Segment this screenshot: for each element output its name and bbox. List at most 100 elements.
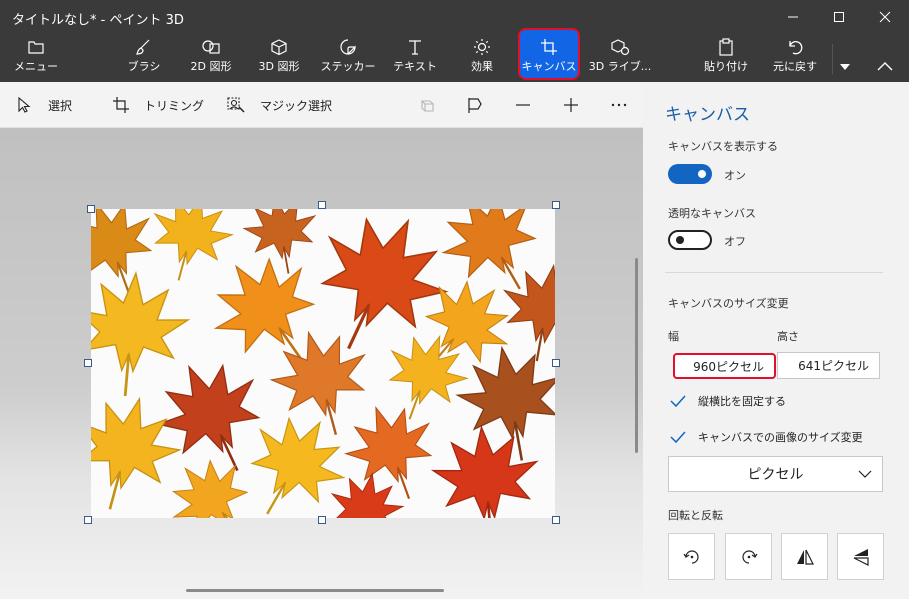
canvas-crop-icon: [541, 39, 557, 55]
library-3d-icon: [611, 39, 630, 56]
zoom-out-button[interactable]: [514, 82, 532, 128]
clipboard-icon: [719, 38, 733, 56]
close-button[interactable]: [862, 0, 908, 34]
make-3d-icon: [421, 100, 434, 112]
minimize-button[interactable]: [770, 0, 816, 34]
panel-divider: [665, 272, 883, 273]
crop-tool[interactable]: トリミング: [112, 82, 204, 128]
resize-heading: キャンバスのサイズ変更: [668, 297, 789, 310]
brush-button[interactable]: ブラシ: [124, 36, 164, 80]
resize-handle-left[interactable]: [84, 359, 92, 367]
zoom-in-button[interactable]: [562, 82, 580, 128]
flag-icon: [468, 98, 482, 113]
magic-select-label: マジック選択: [260, 98, 333, 113]
transparent-canvas-state: オフ: [724, 235, 746, 248]
width-label: 幅: [668, 330, 679, 343]
cursor-icon: [18, 97, 31, 113]
brush-label: ブラシ: [127, 60, 161, 73]
shapes-2d-icon: [202, 40, 220, 54]
rotate-left-button[interactable]: [668, 533, 715, 580]
chevron-up-icon: [877, 62, 893, 71]
ellipsis-icon: [611, 103, 627, 107]
rotate-flip-label: 回転と反転: [668, 509, 723, 522]
flag-button[interactable]: [466, 82, 484, 128]
lock-aspect-checkbox[interactable]: 縦横比を固定する: [668, 391, 786, 411]
text-button[interactable]: テキスト: [392, 36, 438, 80]
canvas[interactable]: [91, 209, 555, 518]
shapes-2d-button[interactable]: 2D 図形: [186, 36, 236, 80]
undo-icon: [789, 41, 803, 55]
maximize-button[interactable]: [816, 0, 862, 34]
width-input[interactable]: 960ピクセル: [673, 353, 776, 379]
vertical-scrollbar[interactable]: [635, 258, 638, 453]
caret-down-icon: [840, 64, 850, 70]
rotate-right-button[interactable]: [725, 533, 772, 580]
minimize-icon: [788, 16, 798, 18]
menu-label: メニュー: [14, 60, 58, 73]
show-canvas-label: キャンバスを表示する: [668, 140, 778, 153]
resize-handle-top-left[interactable]: [87, 205, 95, 213]
brush-icon: [136, 39, 150, 55]
plus-icon: [564, 98, 578, 112]
canvas-button[interactable]: キャンバス: [518, 28, 580, 80]
paste-button[interactable]: 貼り付け: [703, 36, 749, 80]
flip-horizontal-button[interactable]: [781, 533, 828, 580]
maximize-icon: [834, 12, 844, 22]
crop-icon: [113, 97, 129, 113]
stickers-button[interactable]: ステッカー: [320, 36, 376, 80]
flip-vertical-button[interactable]: [837, 533, 884, 580]
workspace[interactable]: [0, 128, 643, 599]
lock-aspect-label: 縦横比を固定する: [698, 395, 786, 408]
show-canvas-state: オン: [724, 169, 746, 182]
stickers-label: ステッカー: [320, 60, 376, 73]
menu-button[interactable]: メニュー: [14, 36, 58, 80]
minus-icon: [516, 104, 530, 106]
resize-image-checkbox[interactable]: キャンバスでの画像のサイズ変更: [668, 427, 863, 447]
close-icon: [879, 11, 891, 23]
shapes-3d-label: 3D 図形: [258, 60, 300, 73]
transparent-canvas-label: 透明なキャンバス: [668, 207, 756, 220]
resize-handle-top-right[interactable]: [552, 201, 560, 209]
resize-handle-bottom-right[interactable]: [552, 516, 560, 524]
undo-label: 元に戻す: [773, 60, 817, 73]
history-dropdown[interactable]: [836, 36, 854, 80]
horizontal-scrollbar[interactable]: [186, 589, 444, 592]
text-label: テキスト: [393, 60, 437, 73]
make-3d-button[interactable]: [418, 82, 436, 128]
text-icon: [409, 40, 421, 55]
chevron-down-icon: [858, 470, 872, 478]
checkmark-icon: [670, 431, 686, 444]
rotate-right-icon: [741, 549, 757, 564]
ribbon-separator: [832, 44, 833, 74]
rotate-left-icon: [683, 549, 699, 564]
library-3d-button[interactable]: 3D ライブ...: [588, 36, 652, 80]
height-input[interactable]: 641ピクセル: [777, 352, 880, 379]
more-options-button[interactable]: [610, 82, 628, 128]
effects-label: 効果: [471, 60, 493, 73]
magic-select-icon: [227, 97, 245, 113]
show-canvas-toggle[interactable]: [668, 164, 712, 184]
select-label: 選択: [48, 98, 73, 113]
magic-select-tool[interactable]: マジック選択: [226, 82, 332, 128]
select-tool[interactable]: 選択: [16, 82, 72, 128]
transparent-canvas-toggle[interactable]: [668, 230, 712, 250]
checkmark-icon: [670, 395, 686, 408]
shapes-3d-button[interactable]: 3D 図形: [254, 36, 304, 80]
ribbon: メニュー ブラシ 2D 図形 3D 図形 ステッカー テキスト 効果 キャンバス…: [0, 28, 909, 82]
resize-image-label: キャンバスでの画像のサイズ変更: [698, 431, 863, 444]
unit-dropdown[interactable]: ピクセル: [668, 456, 883, 492]
folder-icon: [28, 41, 44, 54]
crop-label: トリミング: [144, 98, 205, 113]
flip-horizontal-icon: [796, 549, 814, 565]
resize-handle-bottom[interactable]: [318, 516, 326, 524]
library-3d-label: 3D ライブ...: [588, 60, 652, 73]
resize-handle-top[interactable]: [318, 201, 326, 209]
sticker-icon: [340, 39, 356, 55]
collapse-ribbon-button[interactable]: [866, 36, 904, 80]
resize-handle-right[interactable]: [552, 359, 560, 367]
undo-button[interactable]: 元に戻す: [770, 36, 820, 80]
selection-toolbar: 選択 トリミング マジック選択: [0, 82, 643, 128]
effects-button[interactable]: 効果: [462, 36, 502, 80]
resize-handle-bottom-left[interactable]: [84, 516, 92, 524]
flip-vertical-icon: [853, 548, 869, 566]
